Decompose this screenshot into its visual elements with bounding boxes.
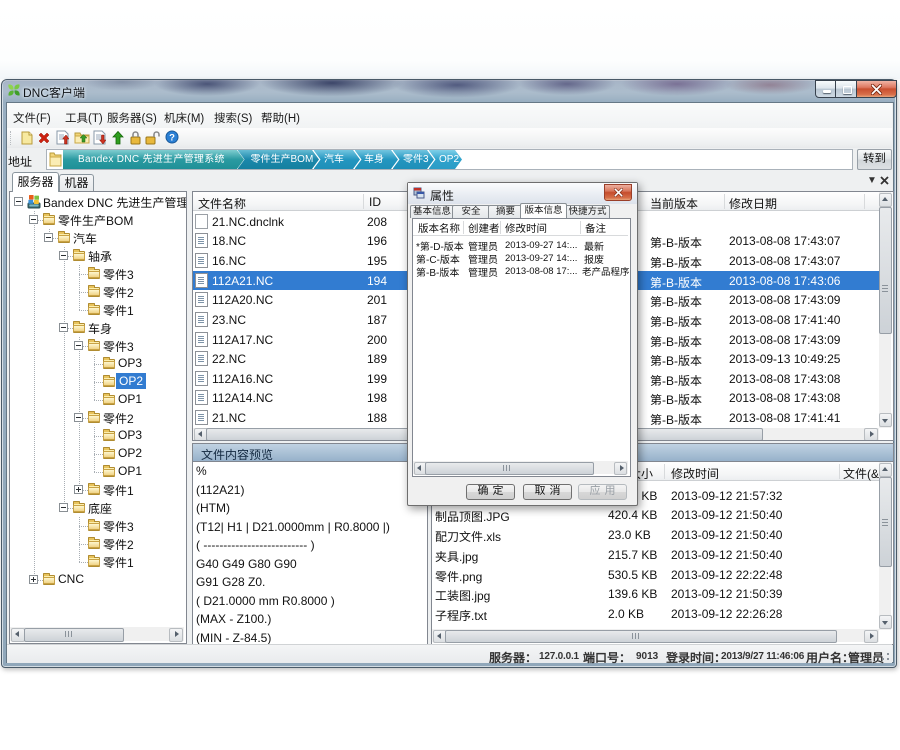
svg-text:?: ?: [169, 133, 175, 144]
